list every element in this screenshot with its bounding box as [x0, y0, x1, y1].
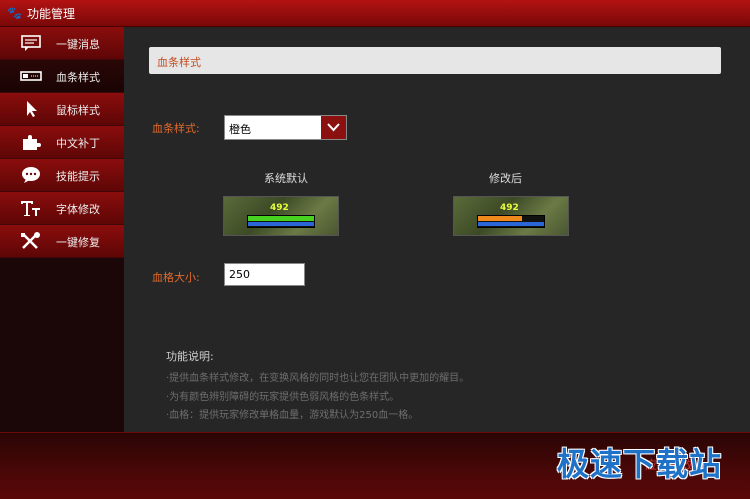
watermark: 极速下载站 [557, 445, 723, 483]
sidebar: 一键消息 血条样式 鼠标样式 中文补丁 技能提示 字体修改 一键修复 [0, 27, 127, 432]
tools-icon [21, 232, 40, 249]
title-bar: 🐾 功能管理 [0, 0, 750, 27]
footer: 应用修改 极速下载站 [0, 432, 750, 499]
dropdown-button[interactable] [321, 116, 346, 139]
sidebar-item-skill-tips[interactable]: 技能提示 [0, 159, 124, 192]
healthbar-icon [20, 71, 42, 81]
section-header-title: 血条样式 [157, 56, 201, 69]
sidebar-item-message[interactable]: 一键消息 [0, 27, 124, 60]
main-panel: 血条样式 血条样式: 橙色 系统默认 492 修改后 492 血格大小: 250… [124, 27, 750, 432]
health-fill [248, 216, 314, 221]
preview-default-caption: 系统默认 [264, 172, 308, 185]
style-label: 血条样式: [152, 122, 200, 135]
grid-size-label: 血格大小: [152, 271, 200, 284]
chat-icon [21, 35, 41, 51]
style-select[interactable]: 橙色 [224, 115, 347, 140]
sidebar-item-label: 一键修复 [56, 236, 100, 249]
style-select-value: 橙色 [229, 123, 251, 136]
description-title: 功能说明: [166, 350, 214, 363]
sidebar-item-healthbar[interactable]: 血条样式 [0, 60, 127, 93]
sidebar-item-label: 血条样式 [56, 71, 100, 84]
sidebar-item-cursor[interactable]: 鼠标样式 [0, 93, 124, 126]
sidebar-item-chinese-patch[interactable]: 中文补丁 [0, 126, 124, 159]
grid-size-value: 250 [229, 268, 250, 281]
sidebar-item-label: 技能提示 [56, 170, 100, 183]
puzzle-icon [23, 135, 41, 150]
cursor-icon [27, 101, 37, 117]
healthbar [247, 215, 315, 228]
window-title: 功能管理 [27, 7, 76, 21]
section-header: 血条样式 [149, 47, 721, 74]
mana-fill [248, 222, 314, 226]
sidebar-item-font[interactable]: 字体修改 [0, 192, 124, 225]
font-icon [21, 201, 40, 216]
description-line: ·提供血条样式修改，在变换风格的同时也让您在团队中更加的耀目。 [166, 373, 470, 384]
health-fill [478, 216, 522, 221]
healthbar [477, 215, 545, 228]
chevron-down-icon [327, 123, 340, 132]
hp-number: 492 [270, 203, 289, 213]
speech-bubble-icon [22, 167, 40, 183]
sidebar-item-label: 字体修改 [56, 203, 100, 216]
sidebar-item-repair[interactable]: 一键修复 [0, 225, 124, 258]
preview-modified-caption: 修改后 [489, 172, 522, 185]
hp-number: 492 [500, 203, 519, 213]
sidebar-item-label: 鼠标样式 [56, 104, 100, 117]
preview-modified: 492 [453, 196, 569, 236]
mana-fill [478, 222, 544, 226]
grid-size-input[interactable]: 250 [224, 263, 305, 286]
sidebar-item-label: 中文补丁 [56, 137, 100, 150]
paw-icon: 🐾 [7, 6, 22, 20]
sidebar-item-label: 一键消息 [56, 38, 100, 51]
preview-default: 492 [223, 196, 339, 236]
description-line: ·为有颜色辨别障碍的玩家提供色弱风格的色条样式。 [166, 392, 400, 403]
description-line: ·血格：提供玩家修改单格血量，游戏默认为250血一格。 [166, 410, 419, 421]
